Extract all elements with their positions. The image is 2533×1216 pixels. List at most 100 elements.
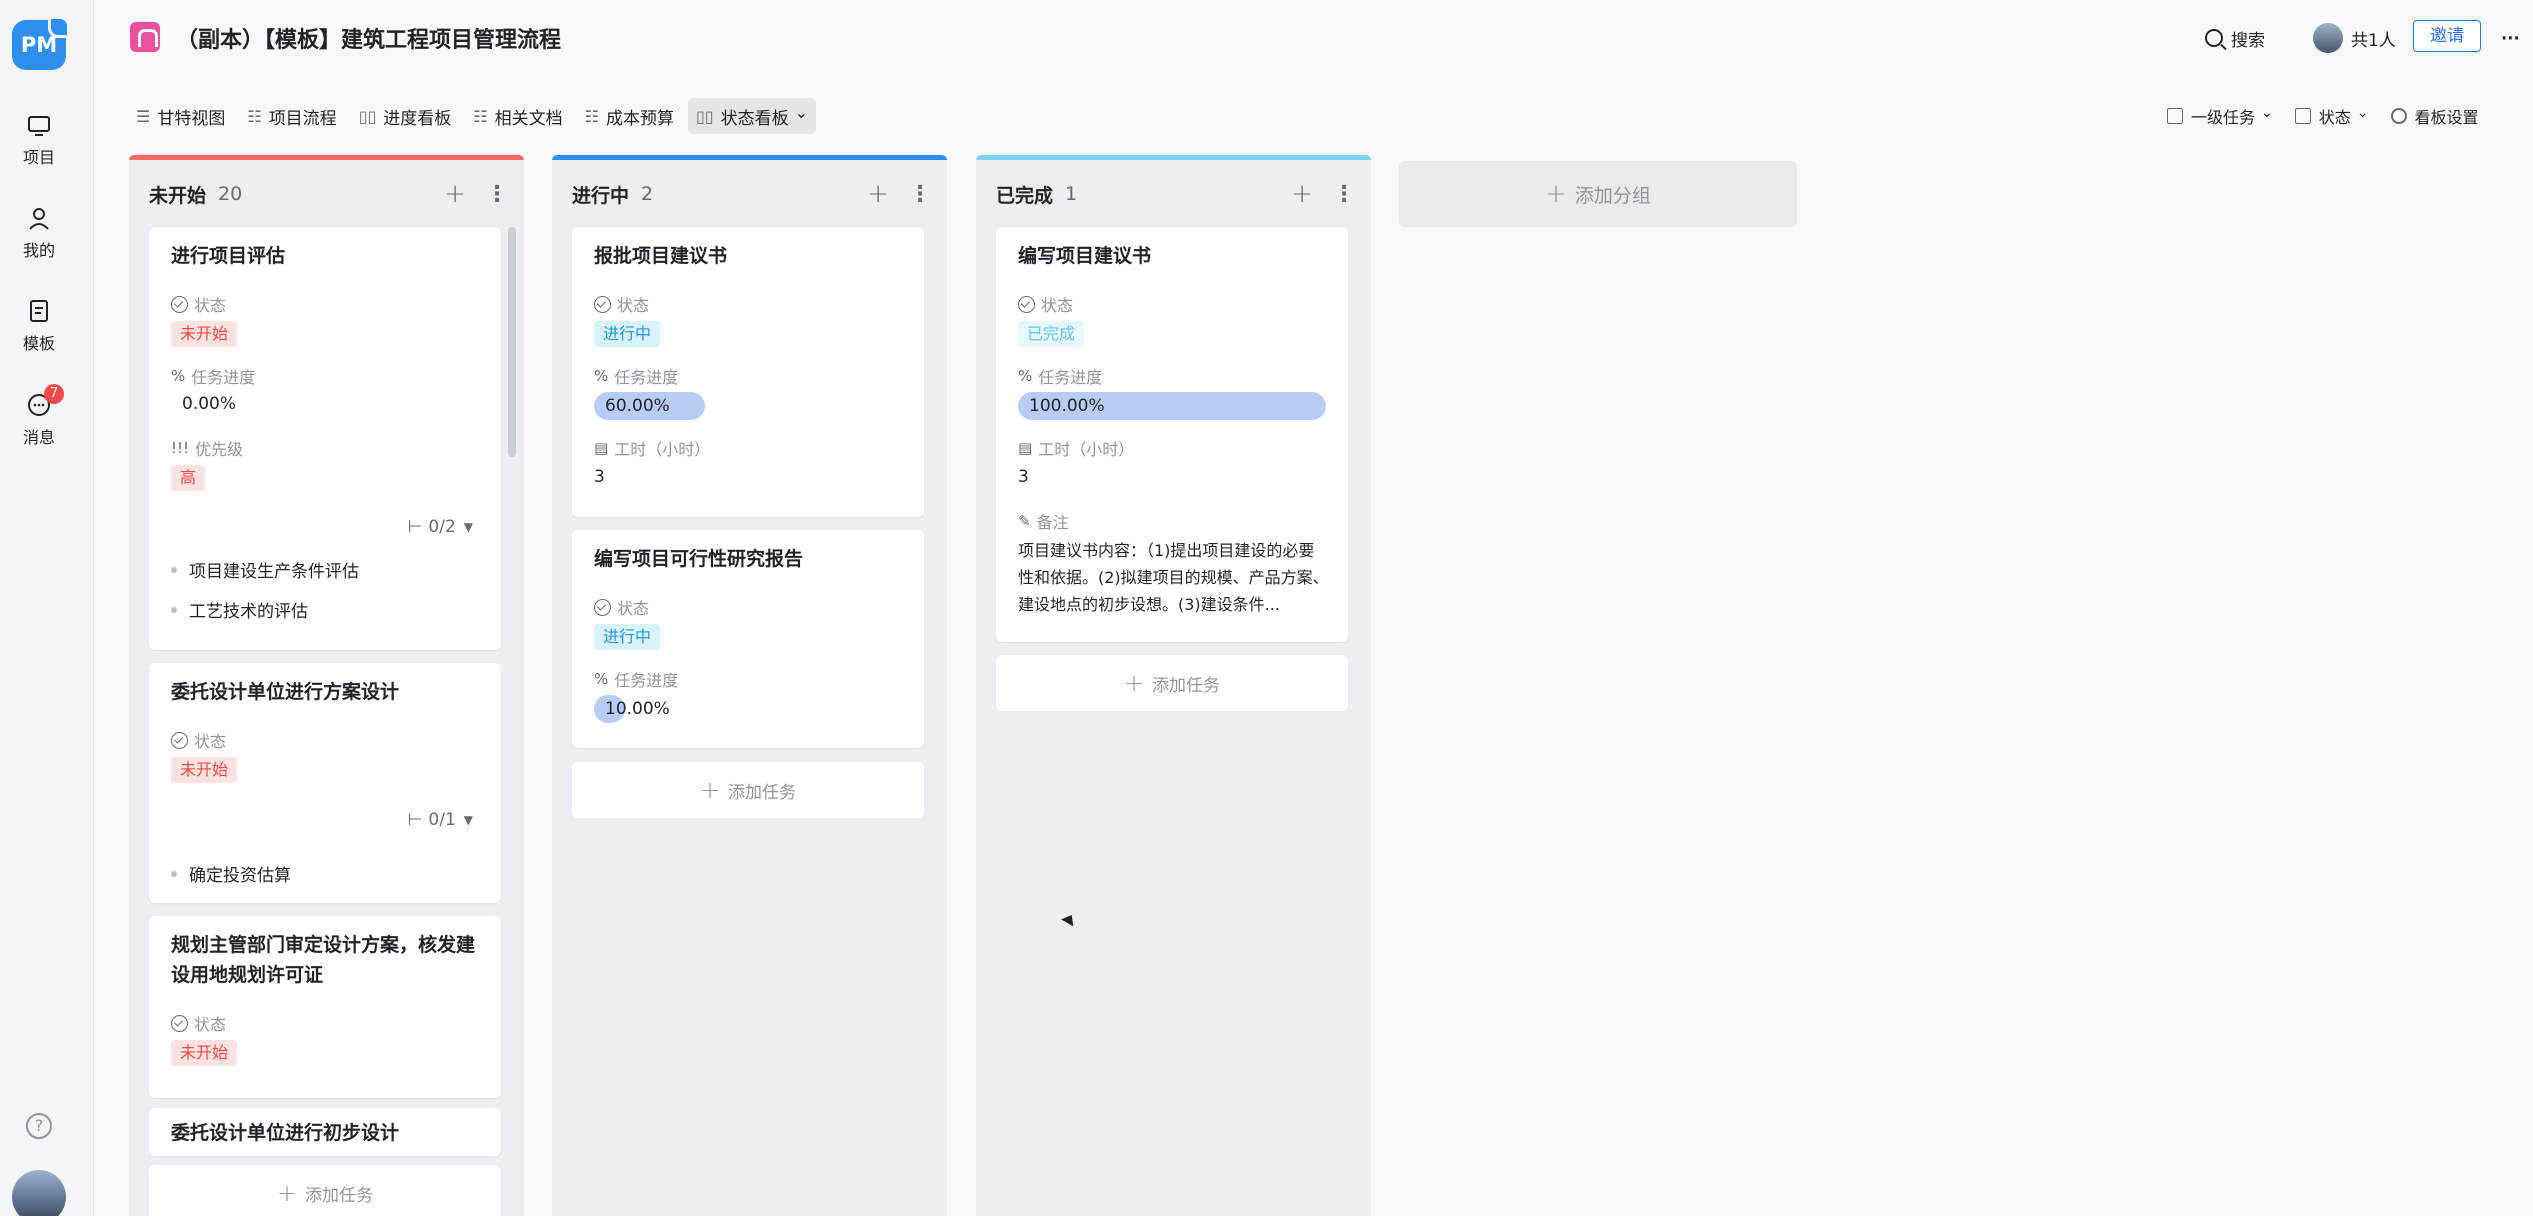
add-task-button[interactable]: + 添加任务: [996, 655, 1348, 711]
add-icon[interactable]: +: [444, 179, 466, 209]
members-label: 共1人: [2351, 30, 2396, 51]
tab-status-board[interactable]: ▯▯ 状态看板: [687, 98, 816, 134]
subtask-icon: ⊢: [407, 810, 423, 830]
plus-icon: +: [1545, 179, 1567, 209]
help-icon[interactable]: ?: [26, 1113, 52, 1139]
add-icon[interactable]: +: [1291, 179, 1313, 209]
view-controls: 一级任务 ⌄ 状态 ⌄ 看板设置: [2145, 98, 2479, 134]
task-card[interactable]: 报批项目建议书 状态 进行中 % 任务进度 60.00% ▤ 工时（小时） 3: [572, 227, 924, 517]
chevron-down-icon: ⌄: [2356, 105, 2369, 121]
progress-bar: 10.00%: [594, 695, 904, 723]
add-task-button[interactable]: + 添加任务: [572, 762, 924, 818]
board-icon: ▯▯: [358, 106, 377, 126]
task-card[interactable]: 委托设计单位进行方案设计 状态 未开始 ⊢ 0/1 ▼ 确定投资估算: [149, 663, 501, 903]
priority-field-label: !!! 优先级: [171, 439, 244, 459]
percent-icon: %: [171, 367, 186, 385]
tab-budget[interactable]: ☷ 成本预算: [577, 98, 682, 134]
tab-progress-board[interactable]: ▯▯ 进度看板: [351, 98, 460, 134]
column-color-bar: [129, 155, 524, 160]
task-card[interactable]: 编写项目建议书 状态 已完成 % 任务进度 100.00% ▤ 工时（小时） 3 ✎…: [996, 227, 1348, 642]
board-icon: ▯▯: [695, 106, 714, 126]
search-label: 搜索: [2231, 30, 2265, 51]
person-icon: [29, 208, 49, 230]
percent-icon: %: [594, 367, 609, 385]
task-card[interactable]: 委托设计单位进行初步设计: [149, 1108, 501, 1156]
app-logo[interactable]: PM: [12, 16, 70, 70]
percent-icon: %: [1018, 367, 1033, 385]
status-badge: 未开始: [171, 321, 238, 347]
group-by-dropdown[interactable]: 一级任务 ⌄: [2167, 104, 2273, 128]
field-label: 状态: [2318, 108, 2351, 127]
hours-value: 3: [1018, 467, 1029, 487]
column-color-bar: [552, 155, 947, 160]
hours-field-label: ▤ 工时（小时）: [594, 439, 711, 459]
column-header: 进行中 2 + ⋮: [572, 179, 931, 209]
more-vertical-icon[interactable]: ⋮: [486, 182, 508, 207]
plus-icon: +: [699, 776, 721, 804]
more-icon[interactable]: ···: [2500, 24, 2521, 54]
user-avatar[interactable]: [12, 1170, 66, 1216]
field-dropdown[interactable]: 状态 ⌄: [2294, 104, 2369, 128]
status-field-label: 状态: [171, 292, 226, 316]
progress-text: 10.00%: [605, 699, 670, 719]
invite-button[interactable]: 邀请: [2413, 20, 2481, 52]
add-group-button[interactable]: + 添加分组: [1399, 161, 1797, 227]
hours-value: 3: [594, 467, 605, 487]
calendar-icon: ▤: [594, 439, 609, 457]
progress-field-label: % 任务进度: [594, 367, 679, 387]
template-icon: [30, 300, 48, 322]
task-card[interactable]: 进行项目评估 状态 未开始 % 任务进度 0.00% !!! 优先级 高 ⊢ 0/2 ▼…: [149, 227, 501, 650]
tab-flow[interactable]: ☷ 项目流程: [239, 98, 344, 134]
left-rail: PM 项目 我的 模板 7 消息 ?: [0, 0, 94, 1216]
rail-label: 项目: [22, 148, 55, 167]
card-title: 委托设计单位进行方案设计: [171, 681, 400, 703]
tab-docs[interactable]: ☷ 相关文档: [465, 98, 570, 134]
column-not-started: 未开始 20 + ⋮ 进行项目评估 状态 未开始 % 任务进度 0.00% !!!…: [129, 155, 524, 1216]
status-field-label: 状态: [594, 595, 649, 619]
priority-badge: 高: [171, 465, 206, 491]
add-task-button[interactable]: + 添加任务: [149, 1165, 501, 1216]
column-count: 2: [641, 183, 654, 205]
triangle-down-icon: ▼: [463, 813, 473, 827]
more-vertical-icon[interactable]: ⋮: [909, 182, 931, 207]
rail-item-templates[interactable]: 模板: [0, 296, 78, 354]
rail-label: 消息: [22, 428, 55, 447]
progress-bar: 60.00%: [594, 392, 779, 420]
group-by-label: 一级任务: [2191, 108, 2256, 127]
tab-label: 甘特视图: [157, 108, 226, 129]
rail-item-mine[interactable]: 我的: [0, 203, 78, 261]
board-settings-button[interactable]: 看板设置: [2390, 104, 2479, 128]
add-icon[interactable]: +: [867, 179, 889, 209]
task-card[interactable]: 规划主管部门审定设计方案，核发建设用地规划许可证 状态 未开始: [149, 916, 501, 1098]
subtask-item[interactable]: 确定投资估算: [171, 861, 291, 886]
tab-label: 项目流程: [268, 108, 337, 129]
task-card[interactable]: 编写项目可行性研究报告 状态 进行中 % 任务进度 10.00%: [572, 530, 924, 748]
subtask-toggle[interactable]: ⊢ 0/1 ▼: [408, 810, 473, 830]
field-icon: [2294, 108, 2311, 124]
gear-icon: [2390, 108, 2407, 124]
scrollbar[interactable]: [508, 227, 516, 457]
tab-gantt[interactable]: ☰ 甘特视图: [128, 98, 233, 134]
subtask-toggle[interactable]: ⊢ 0/2 ▼: [408, 517, 473, 537]
subtask-item[interactable]: 项目建设生产条件评估: [171, 557, 359, 582]
column-header: 未开始 20 + ⋮: [149, 179, 508, 209]
list-icon: ☷: [473, 106, 488, 126]
status-icon: [594, 598, 611, 616]
members-button[interactable]: 共1人: [2313, 22, 2396, 54]
project-title[interactable]: （副本）【模板】建筑工程项目管理流程: [176, 22, 561, 54]
more-vertical-icon[interactable]: ⋮: [1333, 182, 1355, 207]
progress-field-label: % 任务进度: [171, 367, 256, 387]
rail-item-projects[interactable]: 项目: [0, 110, 78, 168]
search-button[interactable]: 搜索: [2205, 22, 2265, 54]
subtask-item[interactable]: 工艺技术的评估: [171, 597, 308, 622]
status-badge: 进行中: [594, 321, 661, 347]
calendar-icon: ▤: [1018, 439, 1033, 457]
card-title: 进行项目评估: [171, 245, 286, 267]
status-icon: [171, 295, 188, 313]
progress-value: 0.00%: [182, 394, 237, 414]
gantt-icon: ☰: [136, 106, 151, 126]
column-name: 进行中: [572, 184, 630, 207]
rail-item-messages[interactable]: 7 消息: [0, 384, 78, 448]
status-icon: [594, 295, 611, 313]
status-field-label: 状态: [171, 1011, 226, 1035]
